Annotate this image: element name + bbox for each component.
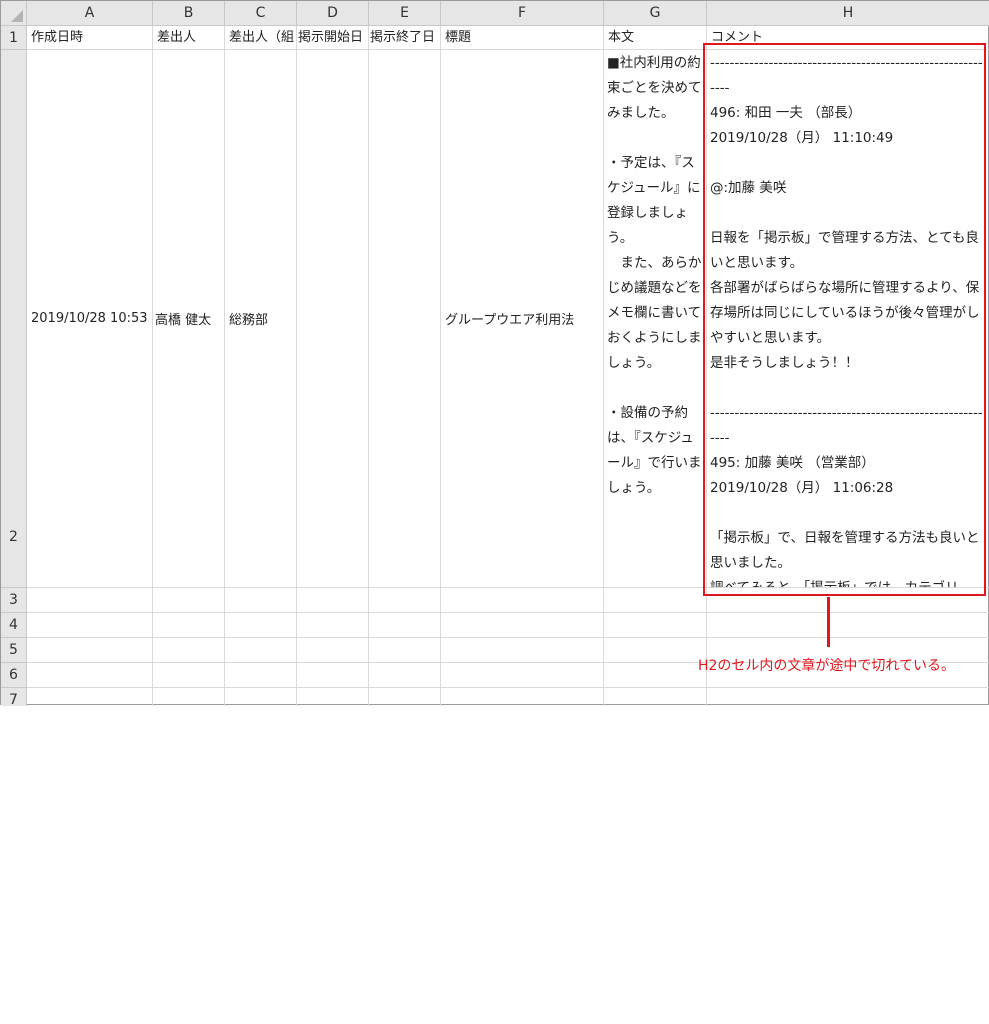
cell-e5[interactable] bbox=[369, 638, 441, 663]
cell-h4[interactable] bbox=[707, 613, 989, 638]
row-header-4[interactable]: 4 bbox=[1, 613, 27, 638]
cell-d5[interactable] bbox=[297, 638, 369, 663]
cell-b7[interactable] bbox=[153, 688, 225, 706]
column-header-e[interactable]: E bbox=[369, 1, 441, 26]
cell-f3[interactable] bbox=[441, 588, 604, 613]
cell-f4[interactable] bbox=[441, 613, 604, 638]
cell-c2[interactable]: 総務部 bbox=[225, 50, 297, 588]
cell-e7[interactable] bbox=[369, 688, 441, 706]
spreadsheet: A B C D E F G H 1 2 3 4 5 6 7 作成日時 差出人 差… bbox=[0, 0, 989, 708]
cell-c4[interactable] bbox=[225, 613, 297, 638]
cell-c5[interactable] bbox=[225, 638, 297, 663]
cell-f7[interactable] bbox=[441, 688, 604, 706]
column-header-h[interactable]: H bbox=[707, 1, 989, 26]
callout-connector-line bbox=[827, 597, 830, 647]
cell-h3[interactable] bbox=[707, 588, 989, 613]
row-header-6[interactable]: 6 bbox=[1, 663, 27, 688]
cell-a1[interactable]: 作成日時 bbox=[27, 26, 153, 50]
column-header-c[interactable]: C bbox=[225, 1, 297, 26]
cell-a6[interactable] bbox=[27, 663, 153, 688]
cell-b6[interactable] bbox=[153, 663, 225, 688]
column-header-d[interactable]: D bbox=[297, 1, 369, 26]
cell-g4[interactable] bbox=[604, 613, 707, 638]
row-header-7[interactable]: 7 bbox=[1, 688, 27, 708]
cell-g5[interactable] bbox=[604, 638, 707, 663]
cell-c7[interactable] bbox=[225, 688, 297, 706]
cell-b5[interactable] bbox=[153, 638, 225, 663]
cell-a4[interactable] bbox=[27, 613, 153, 638]
cell-g6[interactable] bbox=[604, 663, 707, 688]
cell-h1[interactable]: コメント bbox=[707, 26, 989, 50]
cell-c6[interactable] bbox=[225, 663, 297, 688]
cell-f1[interactable]: 標題 bbox=[441, 26, 604, 50]
cell-e4[interactable] bbox=[369, 613, 441, 638]
cell-d3[interactable] bbox=[297, 588, 369, 613]
column-header-f[interactable]: F bbox=[441, 1, 604, 26]
comment-text: ----------------------------------------… bbox=[710, 55, 983, 588]
cell-e6[interactable] bbox=[369, 663, 441, 688]
cell-d2[interactable] bbox=[297, 50, 369, 588]
row-header-1[interactable]: 1 bbox=[1, 26, 27, 50]
cell-h2[interactable]: ----------------------------------------… bbox=[707, 50, 989, 588]
cell-d7[interactable] bbox=[297, 688, 369, 706]
cell-a2[interactable]: 2019/10/28 10:53 bbox=[27, 50, 153, 588]
row-header-2[interactable]: 2 bbox=[1, 50, 27, 588]
cell-e1[interactable]: 掲示終了日 bbox=[369, 26, 441, 50]
cell-f6[interactable] bbox=[441, 663, 604, 688]
cell-b3[interactable] bbox=[153, 588, 225, 613]
cell-e2[interactable] bbox=[369, 50, 441, 588]
cell-a7[interactable] bbox=[27, 688, 153, 706]
cell-g3[interactable] bbox=[604, 588, 707, 613]
cell-g1[interactable]: 本文 bbox=[604, 26, 707, 50]
cell-a5[interactable] bbox=[27, 638, 153, 663]
cell-c3[interactable] bbox=[225, 588, 297, 613]
row-header-3[interactable]: 3 bbox=[1, 588, 27, 613]
cell-b2[interactable]: 高橋 健太 bbox=[153, 50, 225, 588]
cell-g2[interactable]: ■社内利用の約束ごとを決めてみました。 ・予定は、『スケジュール』に登録しましょ… bbox=[604, 50, 707, 588]
cell-c1[interactable]: 差出人（組 bbox=[225, 26, 297, 50]
cell-g7[interactable] bbox=[604, 688, 707, 706]
column-header-b[interactable]: B bbox=[153, 1, 225, 26]
cell-e3[interactable] bbox=[369, 588, 441, 613]
cell-a3[interactable] bbox=[27, 588, 153, 613]
cell-f5[interactable] bbox=[441, 638, 604, 663]
body-text: ■社内利用の約束ごとを決めてみました。 ・予定は、『スケジュール』に登録しましょ… bbox=[607, 55, 702, 496]
select-all-triangle-icon bbox=[11, 10, 23, 22]
cell-b1[interactable]: 差出人 bbox=[153, 26, 225, 50]
row-header-5[interactable]: 5 bbox=[1, 638, 27, 663]
cell-d1[interactable]: 掲示開始日 bbox=[297, 26, 369, 50]
callout-label: H2のセル内の文章が途中で切れている。 bbox=[698, 658, 956, 674]
column-header-a[interactable]: A bbox=[27, 1, 153, 26]
cell-b4[interactable] bbox=[153, 613, 225, 638]
cell-d4[interactable] bbox=[297, 613, 369, 638]
cell-h7[interactable] bbox=[707, 688, 989, 706]
select-all-corner[interactable] bbox=[1, 1, 27, 26]
column-header-g[interactable]: G bbox=[604, 1, 707, 26]
cell-f2[interactable]: グループウエア利用法 bbox=[441, 50, 604, 588]
cell-d6[interactable] bbox=[297, 663, 369, 688]
